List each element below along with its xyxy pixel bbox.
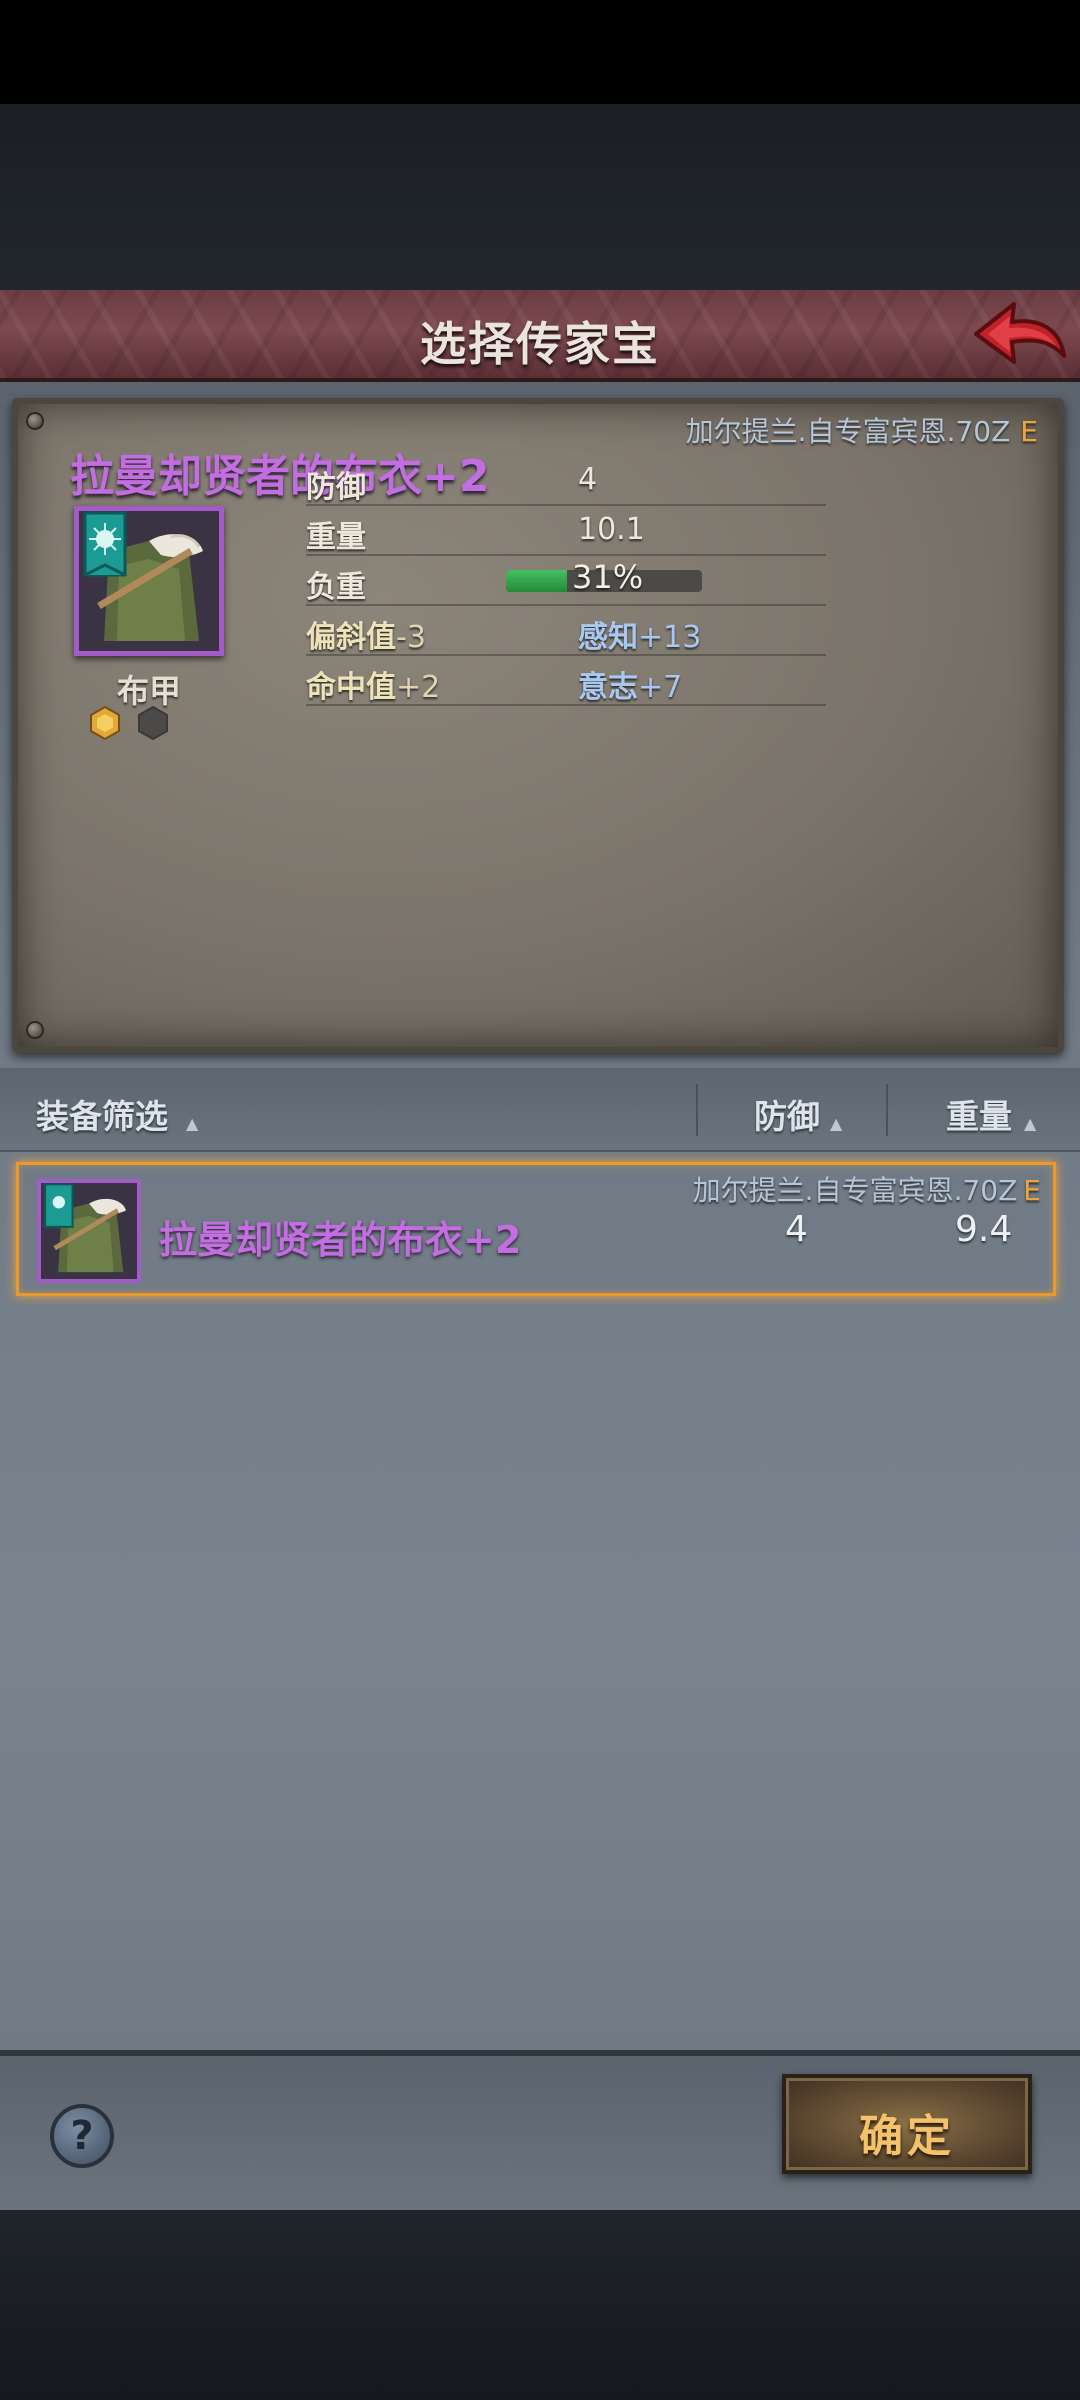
mod-value: +13 — [638, 620, 702, 655]
column-divider — [886, 1084, 888, 1136]
stat-label: 防御 — [306, 470, 366, 505]
item-detail-card: 加尔提兰.自专富宾恩.70Z E 拉曼却贤者的布衣+2 布甲 防御 4 重量 1… — [12, 398, 1064, 1053]
list-item-selected[interactable]: 加尔提兰.自专富宾恩.70Z E 拉曼却贤者的布衣+2 4 9.4 — [16, 1162, 1056, 1296]
rivet-icon — [26, 412, 44, 430]
stat-row-defense: 防御 4 — [306, 456, 826, 506]
status-bar — [0, 0, 1080, 104]
panel-header: 选择传家宝 — [0, 290, 1080, 382]
item-grade: E — [1020, 415, 1038, 448]
stat-value: 10.1 — [578, 512, 645, 547]
mod-label: 感知 — [578, 620, 638, 655]
sort-arrow-icon: ▲ — [1024, 1114, 1037, 1133]
confirm-button[interactable]: 确定 — [782, 2074, 1032, 2174]
confirm-label: 确定 — [859, 2111, 955, 2162]
column-divider — [696, 1084, 698, 1136]
item-owner-text: 加尔提兰.自专富宾恩.70Z — [685, 415, 1011, 448]
sort-arrow-icon: ▲ — [830, 1114, 843, 1133]
sort-by-weight-button[interactable]: 重量 ▲ — [890, 1068, 1080, 1152]
load-bar-fill — [506, 570, 567, 592]
item-grade: E — [1023, 1174, 1041, 1207]
item-owner: 加尔提兰.自专富宾恩.70Z E — [693, 1169, 1041, 1209]
mod-deflect: 偏斜值-3 — [306, 612, 426, 656]
sort-arrow-icon: ▲ — [186, 1114, 199, 1133]
item-thumbnail — [37, 1179, 141, 1283]
help-icon: ? — [70, 2113, 94, 2159]
cloth-armor-icon — [41, 1183, 137, 1279]
page-title: 选择传家宝 — [420, 317, 660, 371]
item-portrait — [74, 506, 224, 656]
stat-row-mods-2: 命中值+2 意志+7 — [306, 656, 826, 706]
filter-bar: 装备筛选 ▲ 防御 ▲ 重量 ▲ — [0, 1068, 1080, 1152]
defense-column-label: 防御 — [754, 1097, 820, 1136]
back-button[interactable] — [968, 296, 1068, 376]
mod-label: 命中值 — [306, 670, 396, 705]
cloth-armor-icon — [79, 511, 219, 651]
mod-label: 意志 — [578, 670, 638, 705]
mod-value: +2 — [396, 670, 441, 705]
stat-label: 重量 — [306, 520, 366, 555]
load-percent: 31% — [572, 558, 644, 596]
gem-socket-empty-icon — [138, 706, 168, 740]
background-dim-top — [0, 104, 1080, 294]
mod-will: 意志+7 — [578, 662, 682, 706]
mod-perception: 感知+13 — [578, 612, 701, 656]
stat-label: 负重 — [306, 570, 366, 605]
stat-row-weight: 重量 10.1 — [306, 506, 826, 556]
item-defense: 4 — [785, 1209, 808, 1250]
item-owner: 加尔提兰.自专富宾恩.70Z E — [686, 410, 1038, 450]
help-button[interactable]: ? — [50, 2104, 114, 2168]
stat-row-mods-1: 偏斜值-3 感知+13 — [306, 606, 826, 656]
mod-value: -3 — [396, 620, 426, 655]
sort-by-defense-button[interactable]: 防御 ▲ — [700, 1068, 886, 1152]
item-name: 拉曼却贤者的布衣+2 — [159, 1218, 522, 1262]
stat-row-load: 负重 31% — [306, 556, 826, 606]
heirloom-select-panel: 选择传家宝 加尔提兰.自专富宾恩.70Z E 拉曼却贤者的布衣+2 布甲 防御 … — [0, 290, 1080, 2210]
item-owner-text: 加尔提兰.自专富宾恩.70Z — [692, 1174, 1018, 1207]
stat-value: 4 — [578, 462, 598, 497]
weight-column-label: 重量 — [946, 1097, 1012, 1136]
equipment-filter-button[interactable]: 装备筛选 ▲ — [0, 1068, 690, 1152]
gem-socket-filled-icon — [90, 706, 120, 740]
mod-value: +7 — [638, 670, 683, 705]
background-dim-bottom — [0, 2210, 1080, 2400]
equipment-filter-label: 装备筛选 — [36, 1097, 168, 1136]
rivet-icon — [26, 1021, 44, 1039]
mod-accuracy: 命中值+2 — [306, 662, 440, 706]
mod-label: 偏斜值 — [306, 620, 396, 655]
item-weight: 9.4 — [955, 1209, 1013, 1250]
back-arrow-icon — [974, 302, 1066, 364]
bottom-bar: ? 确定 — [0, 2050, 1080, 2210]
